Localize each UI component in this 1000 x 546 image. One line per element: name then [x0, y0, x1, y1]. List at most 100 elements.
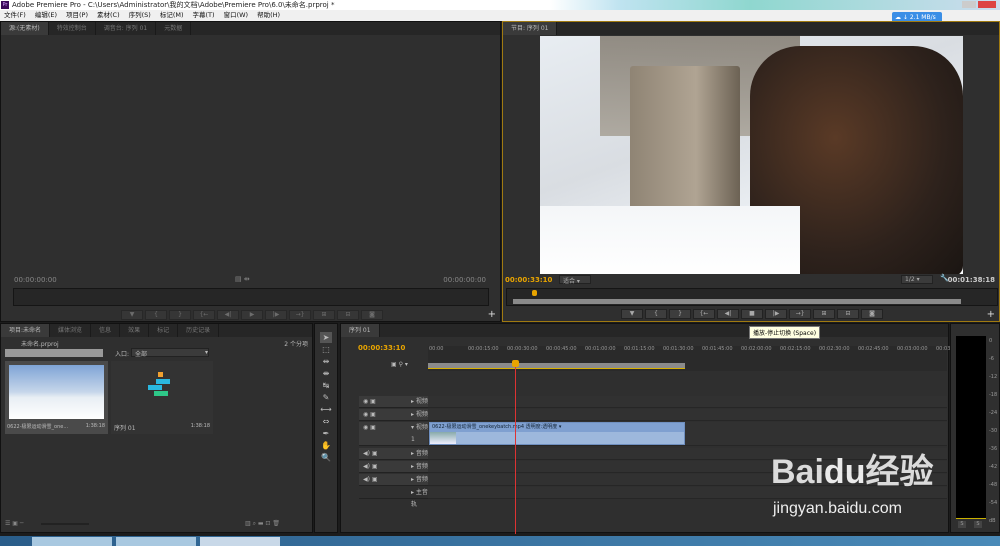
mark-in-button[interactable]: { — [645, 309, 667, 319]
timeline-timecode[interactable]: 00:00:33:10 — [358, 344, 405, 352]
hand-tool-icon[interactable]: ✋ — [320, 440, 332, 451]
selection-tool-icon[interactable]: ➤ — [320, 332, 332, 343]
slide-tool-icon[interactable]: ⇔ — [320, 416, 332, 427]
export-frame-button[interactable]: ◙ — [861, 309, 883, 319]
track-header-master[interactable]: ▸ 主音轨 — [359, 487, 428, 508]
tab-source[interactable]: 源:(无素材) — [1, 22, 49, 35]
track-row-v3[interactable] — [428, 396, 947, 408]
menu-clip[interactable]: 素材(C) — [97, 10, 120, 21]
eye-toggle-icon[interactable]: ◉ ▣ — [363, 422, 376, 434]
insert-button[interactable]: ⊞ — [313, 310, 335, 320]
track-header-a2[interactable]: ◀) ▣▸ 音频 2 — [359, 461, 428, 482]
solo-right-button[interactable]: S — [974, 521, 982, 528]
pen-tool-icon[interactable]: ✒ — [320, 428, 332, 439]
tab-history[interactable]: 历史记录 — [178, 324, 220, 337]
eye-toggle-icon[interactable]: ◉ ▣ — [363, 396, 376, 408]
snap-icon[interactable]: ▣ ⚲ ▾ — [391, 361, 408, 368]
project-item-sequence[interactable]: 序列 01 1:38:18 — [111, 361, 213, 434]
add-marker-button[interactable]: ▼ — [121, 310, 143, 320]
step-forward-button[interactable]: |▶ — [765, 309, 787, 319]
taskbar-item[interactable] — [116, 537, 196, 546]
add-button-icon[interactable]: + — [987, 309, 995, 320]
close-button[interactable] — [978, 1, 996, 8]
taskbar-item[interactable] — [32, 537, 112, 546]
tab-sequence-01[interactable]: 序列 01 — [341, 324, 380, 337]
rate-stretch-tool-icon[interactable]: ↹ — [320, 380, 332, 391]
in-point-dropdown[interactable]: 全部 ▾ — [131, 348, 209, 358]
speaker-toggle-icon[interactable]: ◀) ▣ — [363, 461, 378, 473]
search-input[interactable] — [5, 349, 103, 357]
razor-tool-icon[interactable]: ✎ — [320, 392, 332, 403]
go-to-in-button[interactable]: {← — [193, 310, 215, 320]
step-forward-button[interactable]: |▶ — [265, 310, 287, 320]
project-item-clip[interactable]: 0622-极限运动滑雪_one... 1:38:18 — [5, 361, 108, 434]
drag-video-icon[interactable]: ▤ ⇹ — [235, 275, 250, 283]
fit-dropdown[interactable]: 适合 ▾ — [559, 275, 591, 285]
add-marker-button[interactable]: ▼ — [621, 309, 643, 319]
go-to-out-button[interactable]: →} — [789, 309, 811, 319]
go-to-in-button[interactable]: {← — [693, 309, 715, 319]
program-playhead[interactable] — [532, 290, 537, 296]
video-clip[interactable]: 0622-极限运动滑雪_onekeybatch.mp4 透明度:透明度 ▾ — [429, 422, 685, 445]
track-row-v2[interactable] — [428, 409, 947, 421]
list-view-icon[interactable]: ☰ ▣ ─ — [5, 520, 23, 527]
menu-help[interactable]: 帮助(H) — [257, 10, 280, 21]
step-back-button[interactable]: ◀| — [217, 310, 239, 320]
tab-project[interactable]: 项目:未命名 — [1, 324, 51, 337]
tab-program[interactable]: 节目: 序列 01 — [503, 22, 558, 35]
extract-button[interactable]: ⊟ — [837, 309, 859, 319]
source-scrubber[interactable] — [13, 288, 489, 306]
track-header-v2[interactable]: ◉ ▣▸ 视频 2 — [359, 409, 428, 430]
track-header-v3[interactable]: ◉ ▣▸ 视频 3 — [359, 396, 428, 417]
go-to-out-button[interactable]: →} — [289, 310, 311, 320]
play-button[interactable]: ▶ — [241, 310, 263, 320]
menu-marker[interactable]: 标记(M) — [160, 10, 184, 21]
program-scrubber[interactable] — [506, 288, 998, 306]
add-button-icon[interactable]: + — [488, 309, 496, 320]
overwrite-button[interactable]: ⊟ — [337, 310, 359, 320]
track-header-v1[interactable]: ◉ ▣ ▾ 视频 1 — [359, 422, 428, 446]
track-select-tool-icon[interactable]: ⬚ — [320, 344, 332, 355]
work-area-bar[interactable] — [513, 299, 961, 304]
tab-info[interactable]: 信息 — [91, 324, 121, 337]
ripple-edit-tool-icon[interactable]: ⇹ — [320, 356, 332, 367]
minimize-button[interactable] — [962, 1, 976, 8]
taskbar-item[interactable] — [200, 537, 280, 546]
tab-markers[interactable]: 标记 — [149, 324, 179, 337]
slip-tool-icon[interactable]: ⟷ — [320, 404, 332, 415]
tab-effects[interactable]: 效果 — [120, 324, 150, 337]
menu-window[interactable]: 窗口(W) — [224, 10, 249, 21]
track-header-a3[interactable]: ◀) ▣▸ 音频 3 — [359, 474, 428, 495]
track-header-a1[interactable]: ◀) ▣▸ 音频 1 — [359, 448, 428, 469]
program-video-frame — [540, 36, 963, 274]
menu-file[interactable]: 文件(F) — [4, 10, 26, 21]
tooltip: 播放-停止切换 (Space) — [749, 326, 821, 339]
timeline-panel: 序列 01 00:00:33:10 ▣ ⚲ ▾ 00:00 00:00:15:00… — [340, 323, 955, 534]
time-ruler[interactable]: 00:00 00:00:15:00 00:00:30:00 00:00:45:00 00… — [428, 346, 955, 371]
zoom-tool-icon[interactable]: 🔍 — [320, 452, 332, 463]
step-back-button[interactable]: ◀| — [717, 309, 739, 319]
eye-toggle-icon[interactable]: ◉ ▣ — [363, 409, 376, 421]
menu-project[interactable]: 项目(P) — [66, 10, 88, 21]
speaker-toggle-icon[interactable]: ◀) ▣ — [363, 474, 378, 486]
work-area-bar[interactable] — [428, 363, 685, 369]
menu-edit[interactable]: 编辑(E) — [35, 10, 57, 21]
tab-media-browser[interactable]: 媒体浏览 — [50, 324, 92, 337]
menu-sequence[interactable]: 序列(S) — [129, 10, 151, 21]
menu-title[interactable]: 字幕(T) — [193, 10, 215, 21]
tab-effect-controls[interactable]: 特效控制台 — [49, 22, 96, 35]
export-frame-button[interactable]: ◙ — [361, 310, 383, 320]
rolling-edit-tool-icon[interactable]: ⇼ — [320, 368, 332, 379]
resolution-dropdown[interactable]: 1/2 ▾ — [901, 275, 933, 284]
timeline-playhead[interactable] — [511, 360, 519, 534]
stop-button[interactable]: ■ — [741, 309, 763, 319]
mark-in-button[interactable]: { — [145, 310, 167, 320]
lift-button[interactable]: ⊞ — [813, 309, 835, 319]
zoom-slider[interactable] — [41, 523, 89, 525]
tab-metadata[interactable]: 元数据 — [156, 22, 192, 35]
tab-audio-mixer[interactable]: 调音台: 序列 01 — [96, 22, 157, 35]
solo-left-button[interactable]: S — [958, 521, 966, 528]
mark-out-button[interactable]: } — [669, 309, 691, 319]
mark-out-button[interactable]: } — [169, 310, 191, 320]
speaker-toggle-icon[interactable]: ◀) ▣ — [363, 448, 378, 460]
